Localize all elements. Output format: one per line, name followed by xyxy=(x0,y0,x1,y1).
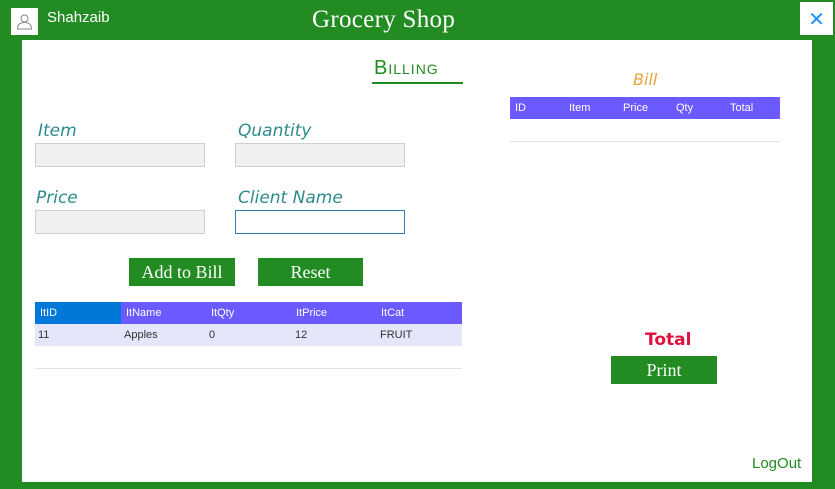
cell-itcat: FRUIT xyxy=(380,329,413,341)
item-label: Item xyxy=(38,121,77,141)
items-table-header: ItID ItName ItQty ItPrice ItCat xyxy=(35,302,462,324)
user-icon xyxy=(16,14,33,30)
price-label: Price xyxy=(36,188,78,208)
column-header-itname[interactable]: ItName xyxy=(126,302,161,324)
add-to-bill-button[interactable]: Add to Bill xyxy=(129,258,235,286)
bill-table-header: ID Item Price Qty Total xyxy=(510,97,780,119)
bill-column-total[interactable]: Total xyxy=(730,97,753,119)
bill-title: Bill xyxy=(633,70,658,89)
close-icon: ✕ xyxy=(808,6,825,31)
quantity-label: Quantity xyxy=(238,121,312,141)
client-name-label: Client Name xyxy=(238,188,343,208)
cell-itprice: 12 xyxy=(295,329,308,341)
item-field[interactable] xyxy=(35,143,205,167)
column-header-itid[interactable]: ItID xyxy=(40,302,57,324)
column-header-itcat[interactable]: ItCat xyxy=(381,302,404,324)
price-field[interactable] xyxy=(35,210,205,234)
billing-title-underline xyxy=(372,82,463,84)
bill-column-qty[interactable]: Qty xyxy=(676,97,693,119)
bill-column-item[interactable]: Item xyxy=(569,97,590,119)
cell-itname: Apples xyxy=(124,329,158,341)
billing-title: Billing xyxy=(374,57,439,79)
user-avatar xyxy=(11,8,38,35)
logout-link[interactable]: LogOut xyxy=(752,455,801,472)
bill-column-price[interactable]: Price xyxy=(623,97,648,119)
column-header-itprice[interactable]: ItPrice xyxy=(296,302,327,324)
cell-itid: 11 xyxy=(38,329,50,341)
quantity-field[interactable] xyxy=(235,143,405,167)
print-button[interactable]: Print xyxy=(611,356,717,384)
bill-column-id[interactable]: ID xyxy=(515,97,526,119)
app-title: Grocery Shop xyxy=(312,6,456,33)
client-name-field[interactable] xyxy=(235,210,405,234)
bill-table-divider xyxy=(510,141,780,142)
user-name: Shahzaib xyxy=(47,9,110,26)
total-label: Total xyxy=(645,330,692,350)
table-row[interactable]: 11 Apples 0 12 FRUIT xyxy=(35,324,462,346)
reset-button[interactable]: Reset xyxy=(258,258,363,286)
cell-itqty: 0 xyxy=(209,329,216,341)
column-header-itqty[interactable]: ItQty xyxy=(211,302,234,324)
items-table-divider xyxy=(35,368,462,369)
close-button[interactable]: ✕ xyxy=(800,2,833,35)
